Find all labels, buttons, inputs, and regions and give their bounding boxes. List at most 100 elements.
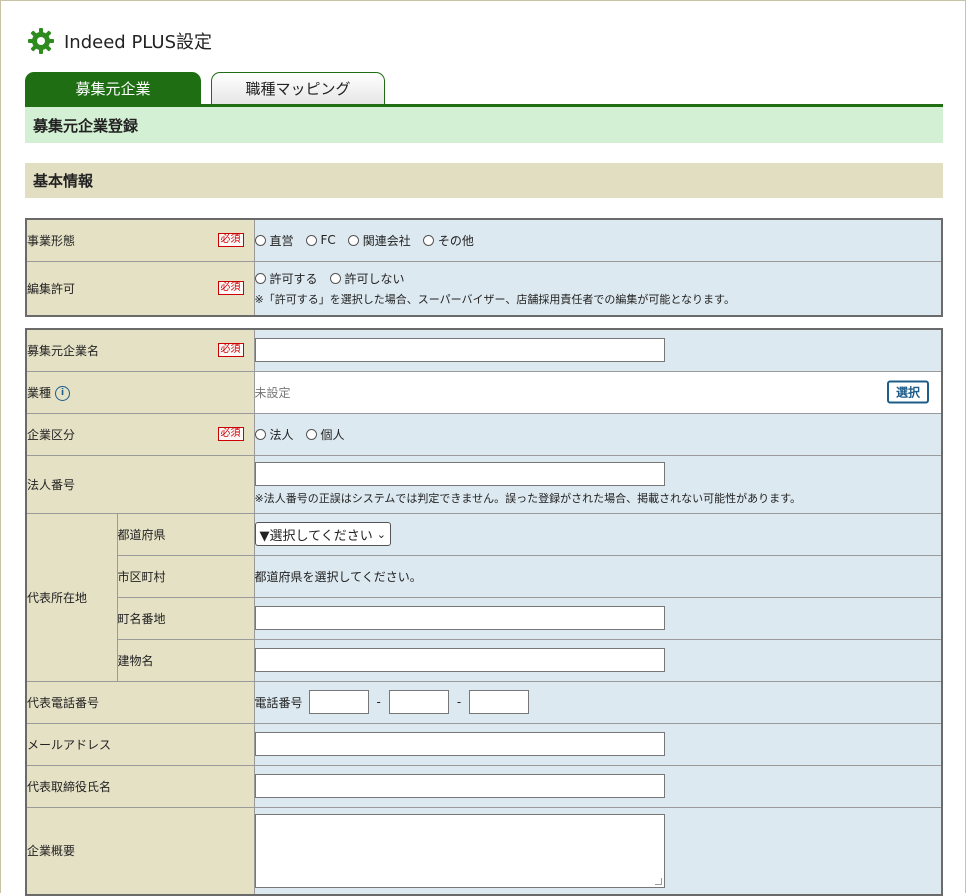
- field-edit-permission: 許可する 許可しない ※「許可する」を選択した場合、スーパーバイザー、店舗採用責…: [253, 260, 943, 317]
- radio-label: その他: [437, 233, 474, 248]
- label-text: 業種: [27, 385, 52, 400]
- label-text: 企業概要: [27, 844, 76, 859]
- label-text: 代表電話番号: [27, 695, 100, 710]
- field-phone: 電話番号 - -: [253, 680, 943, 724]
- phone-input-3[interactable]: [469, 690, 530, 714]
- label-text: 募集元企業名: [27, 343, 100, 358]
- chevron-down-icon: ⌄: [376, 527, 386, 541]
- label-text: 代表取締役氏名: [27, 779, 112, 794]
- tab-label: 職種マッピング: [245, 80, 351, 98]
- radio-individual[interactable]: 個人: [305, 426, 345, 443]
- tab-recruiting-company[interactable]: 募集元企業: [25, 72, 201, 104]
- label-email: メールアドレス: [25, 722, 255, 766]
- summary-textarea[interactable]: [254, 813, 665, 888]
- radio-allow[interactable]: 許可する: [254, 270, 318, 287]
- field-company-name: [253, 328, 943, 372]
- street-input[interactable]: [254, 606, 665, 630]
- field-company-class: 法人 個人: [253, 412, 943, 456]
- gear-icon: [28, 28, 54, 54]
- label-prefecture: 都道府県: [116, 512, 255, 556]
- corp-number-input[interactable]: [254, 462, 665, 486]
- label-industry: 業種 i: [25, 370, 255, 414]
- radio-circle: [254, 234, 266, 246]
- radio-circle: [254, 272, 266, 284]
- field-corp-number: ※法人番号の正誤はシステムでは判定できません。誤った登録がされた場合、掲載されな…: [253, 454, 943, 514]
- radio-direct[interactable]: 直営: [254, 232, 294, 249]
- label-company-class: 企業区分 必須: [25, 412, 255, 456]
- tab-job-mapping[interactable]: 職種マッピング: [211, 72, 385, 104]
- label-text: 町名番地: [117, 611, 166, 626]
- required-badge: 必須: [217, 343, 244, 358]
- phone-input-1[interactable]: [308, 690, 369, 714]
- radio-circle: [305, 428, 317, 440]
- radio-label: 法人: [269, 427, 294, 442]
- radio-affiliate[interactable]: 関連会社: [347, 232, 411, 249]
- label-city: 市区町村: [116, 554, 255, 598]
- label-text: 編集許可: [27, 281, 76, 296]
- label-text: 事業形態: [27, 233, 76, 248]
- field-industry: 未設定 選択: [253, 370, 943, 414]
- radio-other[interactable]: その他: [422, 232, 474, 249]
- required-badge: 必須: [217, 427, 244, 441]
- industry-select-button[interactable]: 選択: [886, 380, 929, 404]
- label-phone: 代表電話番号: [25, 680, 255, 724]
- field-business-type: 直営 FC 関連会社 その他: [253, 218, 943, 262]
- required-badge: 必須: [217, 281, 244, 296]
- phone-prefix: 電話番号: [254, 695, 303, 710]
- building-input[interactable]: [254, 648, 665, 672]
- app-header: Indeed PLUS設定: [26, 26, 212, 56]
- label-business-type: 事業形態 必須: [25, 218, 255, 262]
- info-icon[interactable]: i: [55, 385, 71, 401]
- label-company-name: 募集元企業名 必須: [25, 328, 255, 372]
- field-summary: [253, 806, 943, 896]
- tab-bar: 募集元企業 職種マッピング: [25, 72, 943, 107]
- email-input[interactable]: [254, 732, 665, 756]
- radio-corporation[interactable]: 法人: [254, 426, 294, 443]
- field-ceo: [253, 764, 943, 808]
- radio-circle: [329, 272, 341, 284]
- industry-value: 未設定: [254, 385, 291, 400]
- label-text: メールアドレス: [27, 737, 112, 752]
- radio-label: FC: [320, 233, 336, 248]
- app-title: Indeed PLUS設定: [64, 32, 213, 53]
- required-badge: 必須: [217, 233, 244, 248]
- edit-permission-note: ※「許可する」を選択した場合、スーパーバイザー、店舗採用責任者での編集が可能とな…: [254, 292, 735, 306]
- label-text: 代表所在地: [27, 590, 88, 605]
- label-ceo: 代表取締役氏名: [25, 764, 255, 808]
- radio-deny[interactable]: 許可しない: [329, 270, 405, 287]
- field-email: [253, 722, 943, 766]
- radio-circle: [347, 234, 359, 246]
- phone-input-2[interactable]: [388, 690, 449, 714]
- tab-label: 募集元企業: [75, 79, 151, 98]
- form-block-2: 募集元企業名 必須 業種i 未設定 選択 企業区分 必須 法人 個人 法人番号: [25, 328, 943, 896]
- select-value: ▼選択してください: [259, 528, 373, 544]
- page-title: 募集元企業登録: [25, 107, 943, 143]
- radio-label: 個人: [320, 427, 345, 442]
- city-value: 都道府県を選択してください。: [254, 569, 422, 584]
- label-address: 代表所在地: [25, 512, 118, 682]
- form-block-1: 事業形態 必須 直営 FC 関連会社 その他 編集許可 必須 許可する 許可しな…: [25, 218, 943, 317]
- ceo-input[interactable]: [254, 774, 665, 798]
- field-building: [253, 638, 943, 682]
- label-summary: 企業概要: [25, 806, 255, 896]
- radio-label: 許可する: [269, 271, 318, 286]
- radio-circle: [422, 234, 434, 246]
- label-building: 建物名: [116, 638, 255, 682]
- label-street: 町名番地: [116, 596, 255, 640]
- section-heading: 基本情報: [25, 163, 943, 198]
- prefecture-select[interactable]: ▼選択してください ⌄: [254, 522, 391, 546]
- corp-number-note: ※法人番号の正誤はシステムでは判定できません。誤った登録がされた場合、掲載されな…: [254, 492, 801, 505]
- radio-label: 関連会社: [362, 233, 411, 248]
- radio-label: 直営: [269, 233, 294, 248]
- radio-fc[interactable]: FC: [305, 233, 336, 248]
- radio-label: 許可しない: [344, 271, 405, 286]
- radio-circle: [305, 234, 317, 246]
- label-text: 建物名: [117, 653, 154, 668]
- field-city: 都道府県を選択してください。: [253, 554, 943, 598]
- company-name-input[interactable]: [254, 338, 665, 363]
- label-corp-number: 法人番号: [25, 454, 255, 514]
- field-street: [253, 596, 943, 640]
- field-prefecture: ▼選択してください ⌄: [253, 512, 943, 556]
- label-text: 企業区分: [27, 427, 76, 442]
- label-edit-permission: 編集許可 必須: [25, 260, 255, 317]
